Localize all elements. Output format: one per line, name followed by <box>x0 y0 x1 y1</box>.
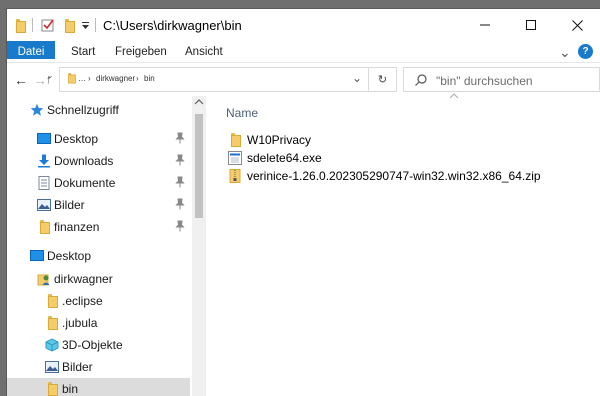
tab-file[interactable]: Datei <box>7 41 55 59</box>
navigation-pane: Schnellzugriff Desktop Downloads Dokumen… <box>7 96 192 396</box>
pin-icon[interactable] <box>175 154 185 166</box>
refresh-button[interactable]: ↻ <box>369 67 397 92</box>
breadcrumb-separator[interactable]: › <box>88 74 91 83</box>
folder-icon <box>45 294 59 308</box>
user-folder-icon <box>37 274 50 286</box>
nav-item-3d-objects[interactable]: 3D-Objekte <box>7 334 190 356</box>
file-row-sdelete64[interactable]: sdelete64.exe <box>228 149 598 167</box>
nav-item-documents[interactable]: Dokumente <box>7 172 190 194</box>
window-title: C:\Users\dirkwagner\bin <box>103 18 242 33</box>
pin-icon[interactable] <box>175 176 185 188</box>
nav-item-downloads[interactable]: Downloads <box>7 150 190 172</box>
nav-item-eclipse[interactable]: .eclipse <box>7 290 190 312</box>
breadcrumb-dirkwagner[interactable]: dirkwagner <box>96 74 135 83</box>
breadcrumb-overflow[interactable]: … <box>78 74 86 83</box>
address-row: ← → ⌄ ↑ … › dirkwagner › bin ⌄ ↻ "bin" d… <box>7 63 600 96</box>
tab-view[interactable]: Ansicht <box>185 41 223 63</box>
nav-item-pictures[interactable]: Bilder <box>7 356 190 378</box>
file-row-verinice-zip[interactable]: verinice-1.26.0.202305290747-win32.win32… <box>228 167 598 185</box>
separator <box>94 9 96 41</box>
file-row-w10privacy[interactable]: W10Privacy <box>228 131 598 149</box>
nav-item-finanzen[interactable]: finanzen <box>7 216 190 238</box>
folder-icon <box>228 133 242 147</box>
exe-icon <box>228 151 242 165</box>
ribbon-tabs: Datei Start Freigeben Ansicht ⌄ ? <box>7 41 600 63</box>
documents-icon <box>38 176 50 190</box>
pin-icon[interactable] <box>175 132 185 144</box>
explorer-window: C:\Users\dirkwagner\bin Datei Start Frei… <box>7 9 600 396</box>
3d-objects-icon <box>45 338 59 352</box>
desktop-icon <box>37 133 51 144</box>
star-icon <box>30 103 44 116</box>
download-icon <box>38 154 50 168</box>
folder-icon <box>13 9 27 41</box>
address-bar[interactable]: ↑ … › dirkwagner › bin ⌄ <box>46 67 369 92</box>
nav-quick-access[interactable]: Schnellzugriff <box>7 99 190 121</box>
minimize-button[interactable] <box>462 9 508 41</box>
tab-start[interactable]: Start <box>71 41 95 63</box>
address-dropdown-icon[interactable]: ⌄ <box>352 71 362 85</box>
title-bar: C:\Users\dirkwagner\bin <box>7 9 600 41</box>
ribbon-expand-icon[interactable]: ⌄ <box>559 41 571 63</box>
zip-icon <box>229 169 241 183</box>
sort-ascending-icon <box>449 93 459 99</box>
file-list: Name W10Privacy sdelete64.exe verinice-1… <box>206 93 600 396</box>
pin-icon[interactable] <box>175 198 185 210</box>
folder-icon <box>45 316 59 330</box>
scroll-thumb[interactable] <box>195 114 203 218</box>
search-input[interactable]: "bin" durchsuchen <box>403 67 600 92</box>
help-icon[interactable]: ? <box>578 44 593 59</box>
folder-icon <box>45 382 59 396</box>
nav-item-desktop[interactable]: Desktop <box>7 245 190 267</box>
search-placeholder: "bin" durchsuchen <box>436 74 533 88</box>
pictures-icon <box>37 199 51 211</box>
breadcrumb-bin[interactable]: bin <box>144 74 155 83</box>
tab-share[interactable]: Freigeben <box>115 41 167 63</box>
nav-scrollbar[interactable] <box>192 96 206 396</box>
up-button[interactable]: ↑ <box>46 74 52 86</box>
close-button[interactable] <box>554 9 600 41</box>
new-folder-icon[interactable] <box>62 9 76 41</box>
folder-icon <box>37 220 51 234</box>
maximize-button[interactable] <box>508 9 554 41</box>
folder-icon <box>66 73 76 84</box>
dropdown-arrow-icon[interactable] <box>80 9 90 41</box>
pin-icon[interactable] <box>175 220 185 232</box>
desktop-icon <box>30 250 44 261</box>
properties-check-icon[interactable] <box>40 9 56 41</box>
nav-item-jubula[interactable]: .jubula <box>7 312 190 334</box>
back-button[interactable]: ← <box>11 63 31 96</box>
nav-item-user[interactable]: dirkwagner <box>7 268 190 290</box>
scroll-up-icon[interactable] <box>194 98 204 106</box>
separator <box>31 9 33 41</box>
nav-item-bin[interactable]: bin <box>7 378 190 396</box>
nav-item-pictures-pinned[interactable]: Bilder <box>7 194 190 216</box>
breadcrumb-separator[interactable]: › <box>136 74 139 83</box>
column-header-name[interactable]: Name <box>226 106 258 120</box>
pictures-icon <box>45 361 59 373</box>
nav-item-desktop-pinned[interactable]: Desktop <box>7 128 190 150</box>
search-icon <box>415 74 427 86</box>
